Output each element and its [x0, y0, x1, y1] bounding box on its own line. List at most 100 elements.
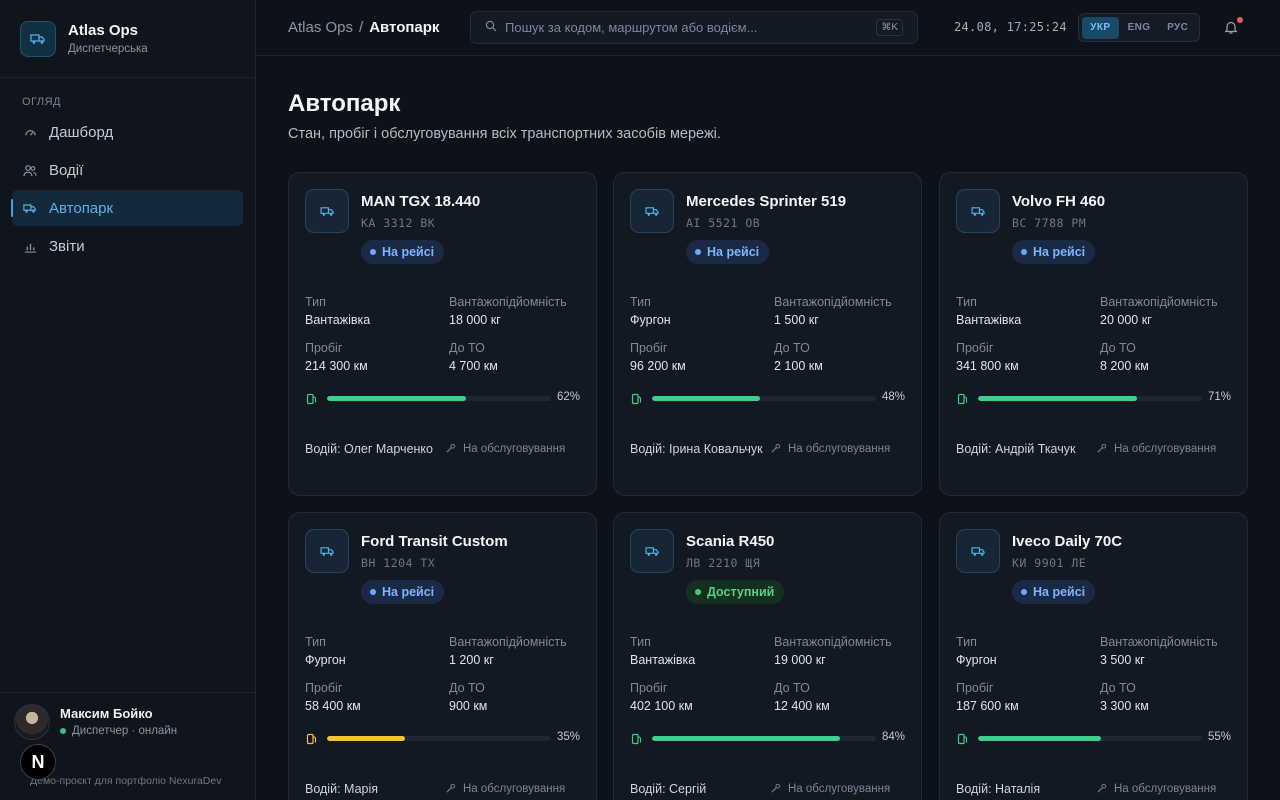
status-dot — [1021, 249, 1027, 255]
mileage-label: Пробіг — [630, 341, 668, 355]
vehicle-card[interactable]: Volvo FH 460 BC 7788 PM На рейсі Тип Ван… — [939, 172, 1248, 496]
user-profile[interactable]: Максим Бойко Диспетчер · онлайн — [0, 692, 255, 750]
fuel-icon — [306, 392, 318, 405]
user-status-text: Диспетчер · онлайн — [72, 725, 178, 737]
mileage-value: 402 100 км — [630, 699, 693, 713]
lang-option-ukr[interactable]: УКР — [1082, 16, 1119, 39]
search-icon — [485, 20, 497, 35]
breadcrumb-root[interactable]: Atlas Ops — [288, 19, 353, 36]
capacity-value: 3 500 кг — [1100, 653, 1145, 667]
truck-icon — [305, 529, 349, 573]
status-badge: На рейсі — [361, 240, 445, 264]
language-switcher: УКР ENG РУС — [1078, 13, 1200, 42]
vehicle-card[interactable]: Mercedes Sprinter 519 AI 5521 OB На рейс… — [613, 172, 922, 496]
service-button[interactable]: На обслуговування — [1096, 781, 1236, 797]
vehicle-name: Iveco Daily 70C — [1012, 533, 1123, 550]
to-service-label: До ТО — [1100, 341, 1136, 355]
sidebar-item-dashboard[interactable]: Дашборд — [12, 114, 243, 150]
fuel-bar-fill — [978, 736, 1102, 741]
status-dot — [370, 249, 376, 255]
fuel-percent: 71% — [1207, 391, 1231, 403]
fuel-bar — [652, 396, 876, 401]
breadcrumb-current: Автопарк — [369, 19, 440, 36]
status-text: На рейсі — [382, 245, 435, 259]
driver-name: Водій: Ірина Ковальчук — [630, 442, 763, 456]
vehicle-card[interactable]: Ford Transit Custom BH 1204 TX На рейсі … — [288, 512, 597, 800]
wrench-icon — [1096, 443, 1108, 455]
type-label: Тип — [305, 635, 326, 649]
vehicle-card[interactable]: Scania R450 ЛВ 2210 ЩЯ Доступний Тип Ван… — [613, 512, 922, 800]
vehicle-name: Volvo FH 460 — [1012, 193, 1106, 210]
search-placeholder: Пошук за кодом, маршрутом або водієм... — [505, 20, 758, 35]
service-button[interactable]: На обслуговування — [445, 781, 585, 797]
driver-name: Водій: Андрій Ткачук — [956, 442, 1076, 456]
wrench-icon — [770, 443, 782, 455]
type-value: Фургон — [630, 313, 671, 327]
status-badge: На рейсі — [1012, 580, 1096, 604]
to-service-label: До ТО — [774, 341, 810, 355]
fuel-percent: 48% — [881, 391, 905, 403]
vehicle-plate: КИ 9901 ЛЕ — [1012, 556, 1087, 570]
fuel-icon — [957, 392, 969, 405]
mileage-label: Пробіг — [305, 341, 343, 355]
mileage-label: Пробіг — [630, 681, 668, 695]
type-value: Фургон — [956, 653, 997, 667]
bar-chart-icon — [23, 239, 37, 253]
users-icon — [23, 163, 37, 177]
fuel-icon — [631, 732, 643, 745]
vehicle-card[interactable]: Iveco Daily 70C КИ 9901 ЛЕ На рейсі Тип … — [939, 512, 1248, 800]
user-status: Диспетчер · онлайн — [60, 725, 177, 737]
page-title: Автопарк — [288, 90, 401, 117]
service-button[interactable]: На обслуговування — [1096, 441, 1236, 457]
search-input[interactable]: Пошук за кодом, маршрутом або водієм... … — [470, 11, 918, 44]
sidebar-item-fleet[interactable]: Автопарк — [11, 190, 243, 226]
service-button[interactable]: На обслуговування — [770, 781, 910, 797]
wrench-icon — [445, 783, 457, 795]
type-value: Вантажівка — [305, 313, 371, 327]
type-label: Тип — [630, 295, 651, 309]
lang-option-eng[interactable]: ENG — [1121, 17, 1158, 39]
sidebar: Atlas Ops Диспетчерська ОГЛЯД Дашборд Во… — [0, 0, 256, 800]
service-button[interactable]: На обслуговування — [770, 441, 910, 457]
service-label: На обслуговування — [463, 443, 566, 455]
vehicle-plate: ЛВ 2210 ЩЯ — [686, 556, 761, 570]
fuel-icon — [631, 392, 643, 405]
service-label: На обслуговування — [788, 443, 891, 455]
fuel-bar-fill — [978, 396, 1138, 401]
fuel-bar — [652, 736, 876, 741]
sidebar-item-reports[interactable]: Звіти — [12, 228, 243, 264]
service-label: На обслуговування — [1114, 783, 1217, 795]
service-button[interactable]: На обслуговування — [445, 441, 585, 457]
lang-option-rus[interactable]: РУС — [1159, 17, 1196, 39]
notification-dot — [1237, 17, 1243, 23]
status-badge: На рейсі — [361, 580, 445, 604]
breadcrumb-separator: / — [359, 19, 364, 36]
truck-icon — [305, 189, 349, 233]
vehicle-card[interactable]: MAN TGX 18.440 KA 3312 BK На рейсі Тип В… — [288, 172, 597, 496]
breadcrumb: Atlas Ops / Автопарк — [288, 19, 439, 36]
capacity-label: Вантажопідйомність — [449, 635, 567, 649]
driver-name: Водій: Сергій — [630, 782, 707, 796]
status-text: На рейсі — [382, 585, 435, 599]
truck-icon — [23, 201, 37, 215]
status-badge: На рейсі — [686, 240, 770, 264]
truck-icon — [630, 529, 674, 573]
mileage-value: 187 600 км — [956, 699, 1019, 713]
capacity-label: Вантажопідйомність — [449, 295, 567, 309]
wrench-icon — [1096, 783, 1108, 795]
sidebar-nav: Дашборд Водії Автопарк Звіти — [0, 114, 255, 264]
mileage-value: 96 200 км — [630, 359, 686, 373]
page-subtitle: Стан, пробіг і обслуговування всіх транс… — [288, 126, 721, 142]
status-text: На рейсі — [707, 245, 760, 259]
to-service-value: 3 300 км — [1100, 699, 1149, 713]
sidebar-item-drivers[interactable]: Водії — [12, 152, 243, 188]
fuel-percent: 55% — [1207, 731, 1231, 743]
fuel-bar — [327, 736, 551, 741]
capacity-label: Вантажопідйомність — [1100, 635, 1218, 649]
fuel-icon — [957, 732, 969, 745]
status-badge: На рейсі — [1012, 240, 1096, 264]
sidebar-item-label: Водії — [49, 161, 84, 179]
nextjs-badge[interactable]: N — [20, 744, 56, 780]
gauge-icon — [23, 125, 37, 139]
to-service-label: До ТО — [774, 681, 810, 695]
